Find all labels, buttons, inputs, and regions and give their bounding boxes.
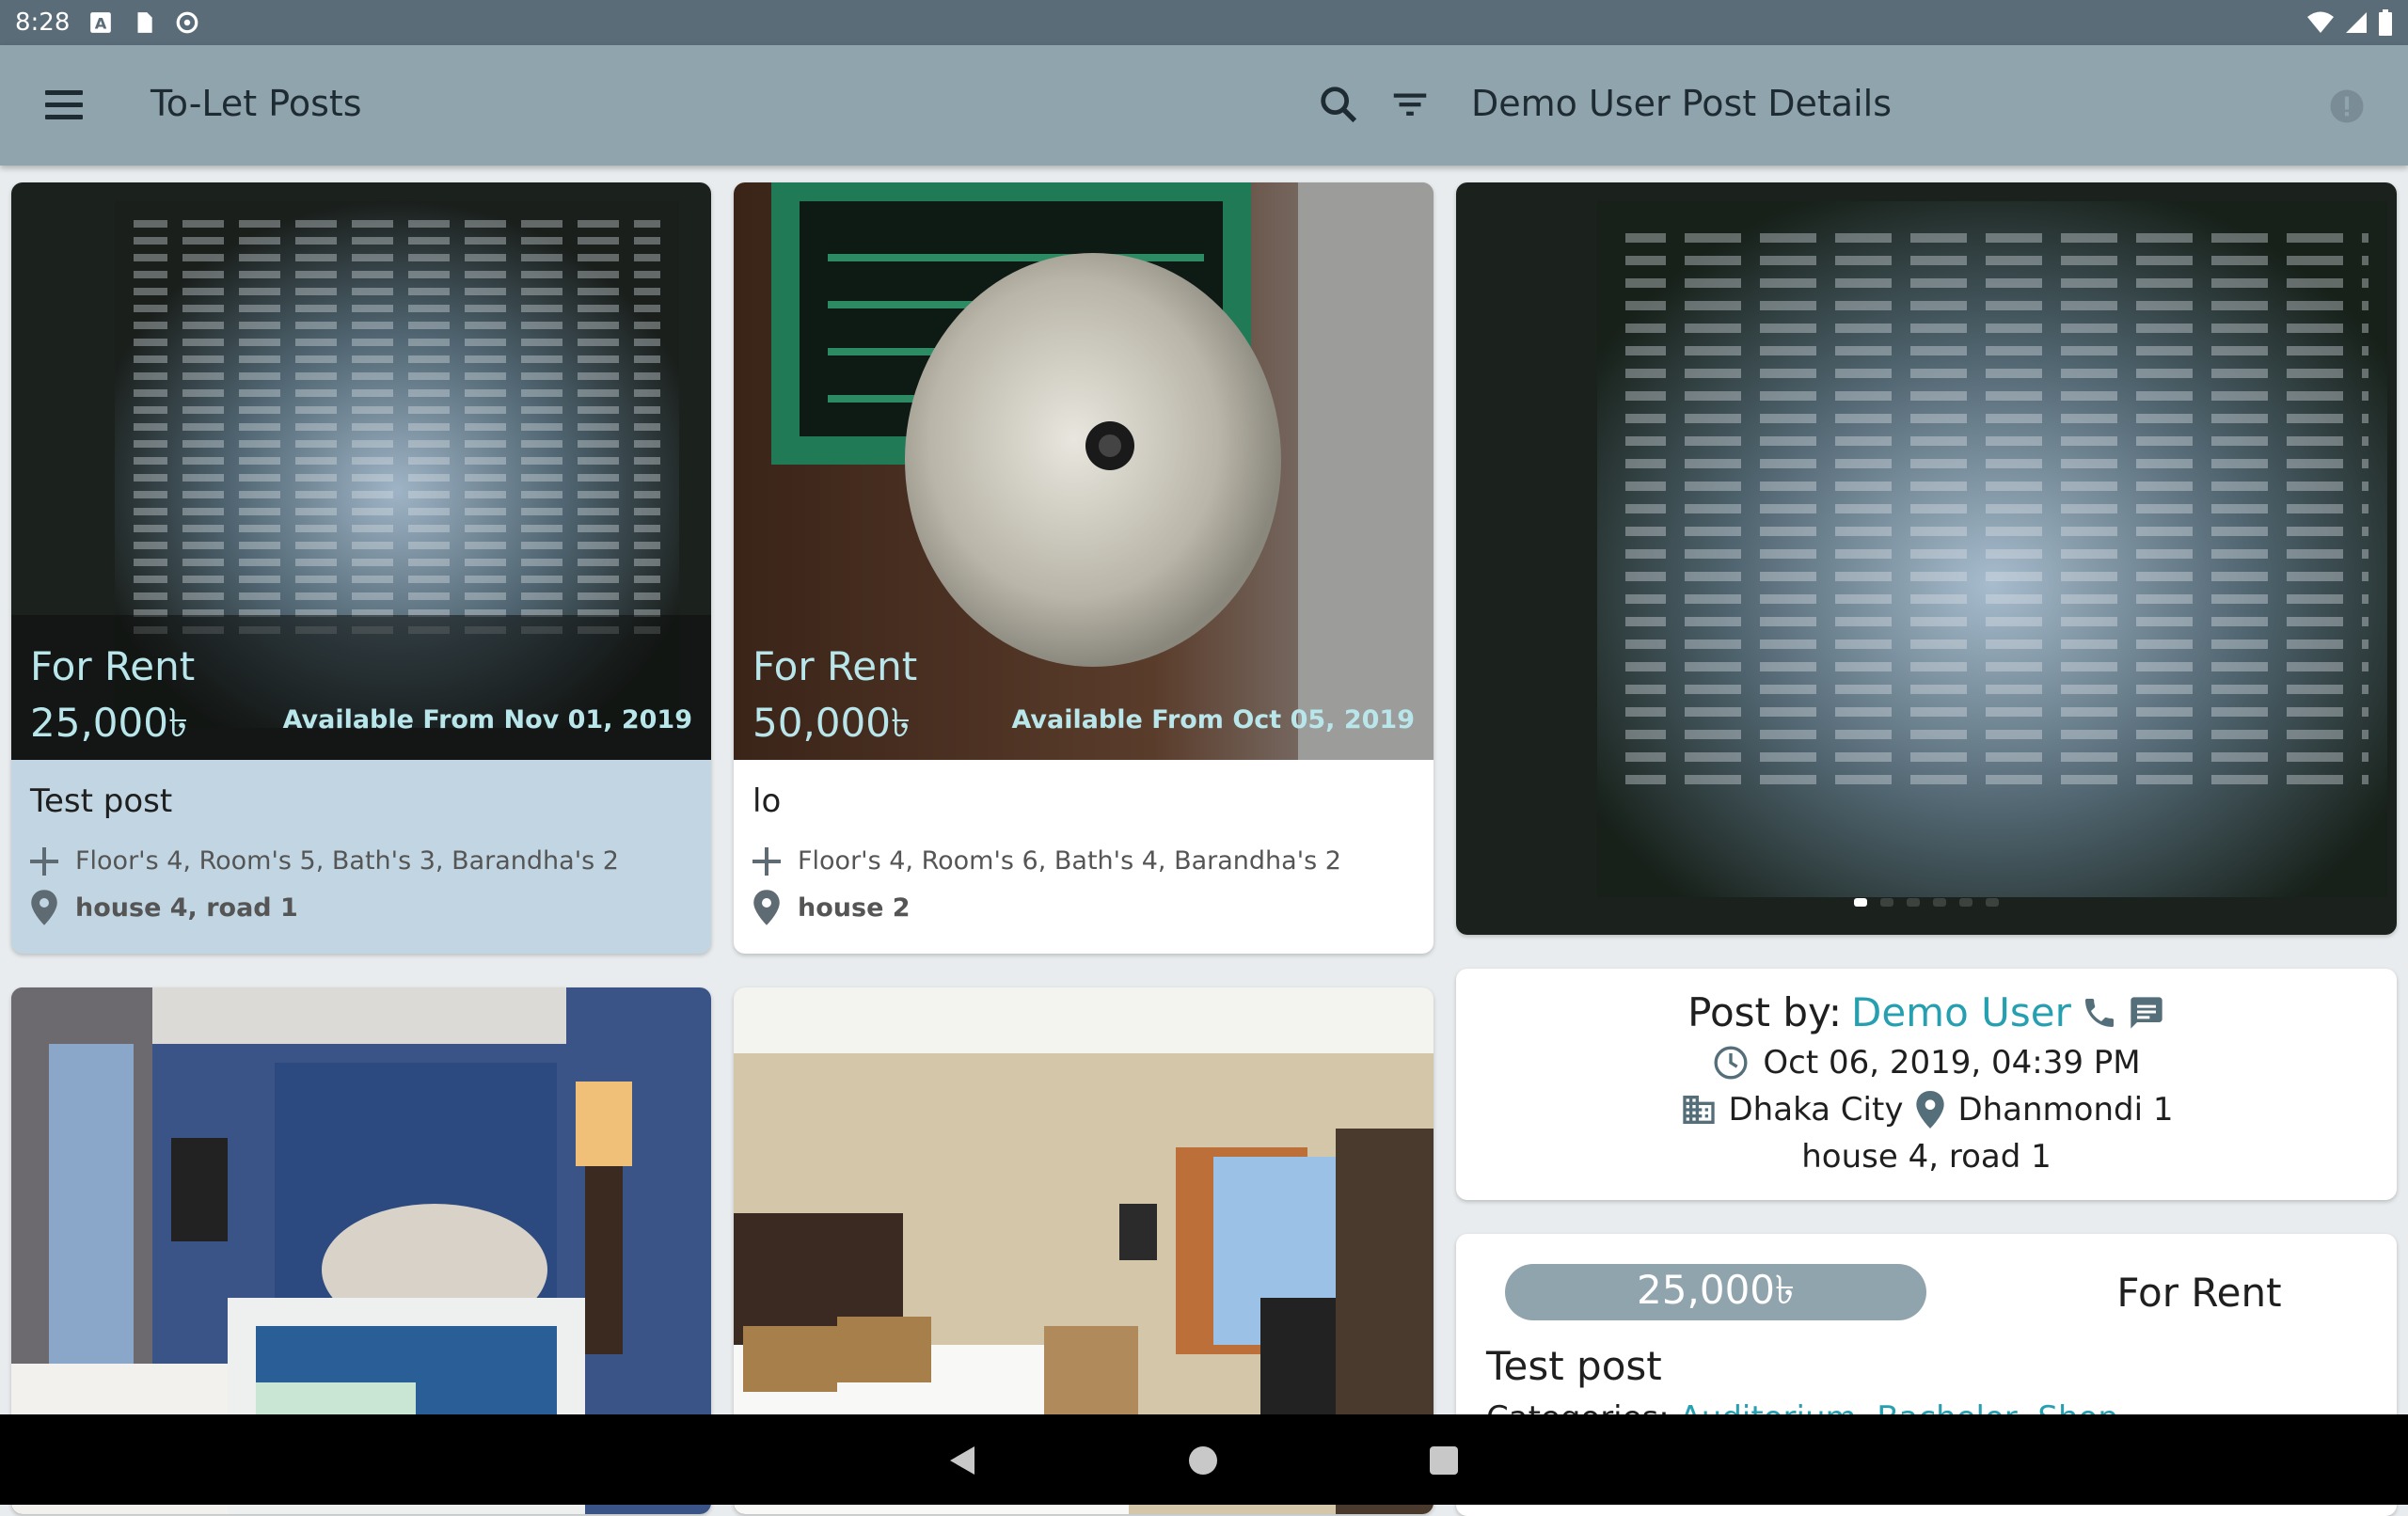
home-icon[interactable]	[1189, 1446, 1217, 1475]
recents-icon[interactable]	[1430, 1446, 1458, 1475]
detail-image-carousel[interactable]	[1456, 182, 2397, 935]
filter-icon[interactable]	[1388, 83, 1432, 126]
rent-status: For Rent	[2116, 1270, 2282, 1316]
rent-status: For Rent	[752, 643, 918, 689]
post-title: lo	[752, 782, 782, 820]
status-bar: 8:28 A	[0, 0, 2408, 45]
battery-icon	[2379, 9, 2392, 36]
post-address: house 4, road 1	[75, 892, 298, 923]
carousel-indicator	[1456, 898, 2397, 907]
app-bar: To-Let Posts Demo User Post Details	[0, 45, 2408, 166]
menu-icon[interactable]	[45, 83, 88, 126]
post-datetime: Oct 06, 2019, 04:39 PM	[1763, 1044, 2141, 1082]
detail-title: Demo User Post Details	[1471, 83, 1893, 124]
cell-signal-icon	[2346, 12, 2367, 33]
post-card[interactable]: For Rent 25,000৳ Available From Nov 01, …	[11, 182, 711, 954]
notification-a-icon: A	[90, 12, 112, 33]
post-by-label: Post by:	[1687, 989, 1842, 1035]
available-date: Available From Nov 01, 2019	[282, 705, 692, 734]
system-nav-bar	[0, 1414, 2408, 1505]
detail-photo	[1456, 182, 2397, 935]
post-address: house 2	[798, 892, 911, 923]
wifi-icon	[2307, 11, 2334, 33]
app-title: To-Let Posts	[150, 83, 362, 124]
sd-card-icon	[137, 12, 153, 33]
post-card[interactable]: For Rent 50,000৳ Available From Oct 05, …	[734, 182, 1434, 954]
price-badge: 25,000৳	[1505, 1264, 1926, 1320]
info-icon[interactable]	[2327, 87, 2367, 126]
back-icon[interactable]	[948, 1445, 976, 1477]
poster-info-card: Post by: Demo User Oct 06, 2019, 04:39 P…	[1456, 969, 2397, 1200]
search-icon[interactable]	[1317, 83, 1360, 126]
rent-status: For Rent	[30, 643, 196, 689]
post-specs: Floor's 4, Room's 6, Bath's 4, Barandha'…	[798, 846, 1341, 876]
clock-icon	[1714, 1046, 1748, 1080]
post-detail-title: Test post	[1486, 1343, 1662, 1389]
rent-price: 50,000৳	[752, 700, 911, 746]
svg-text:A: A	[95, 15, 107, 33]
plus-icon	[752, 846, 781, 876]
rent-price: 25,000৳	[30, 700, 188, 746]
post-detail-address: house 4, road 1	[1801, 1138, 2052, 1176]
post-specs: Floor's 4, Room's 5, Bath's 3, Barandha'…	[75, 846, 619, 876]
sync-icon	[177, 11, 198, 34]
post-city: Dhaka City	[1728, 1091, 1904, 1129]
post-title: Test post	[30, 782, 173, 820]
phone-icon[interactable]	[2081, 994, 2118, 1032]
location-pin-icon	[31, 890, 57, 925]
city-icon	[1682, 1096, 1715, 1124]
available-date: Available From Oct 05, 2019	[1011, 705, 1415, 734]
location-pin-icon	[753, 890, 780, 925]
message-icon[interactable]	[2128, 994, 2165, 1032]
location-pin-icon	[1916, 1091, 1945, 1129]
post-by-user-link[interactable]: Demo User	[1851, 989, 2071, 1035]
plus-icon	[30, 846, 58, 876]
status-time: 8:28	[15, 8, 71, 37]
post-area: Dhanmondi 1	[1957, 1091, 2174, 1129]
